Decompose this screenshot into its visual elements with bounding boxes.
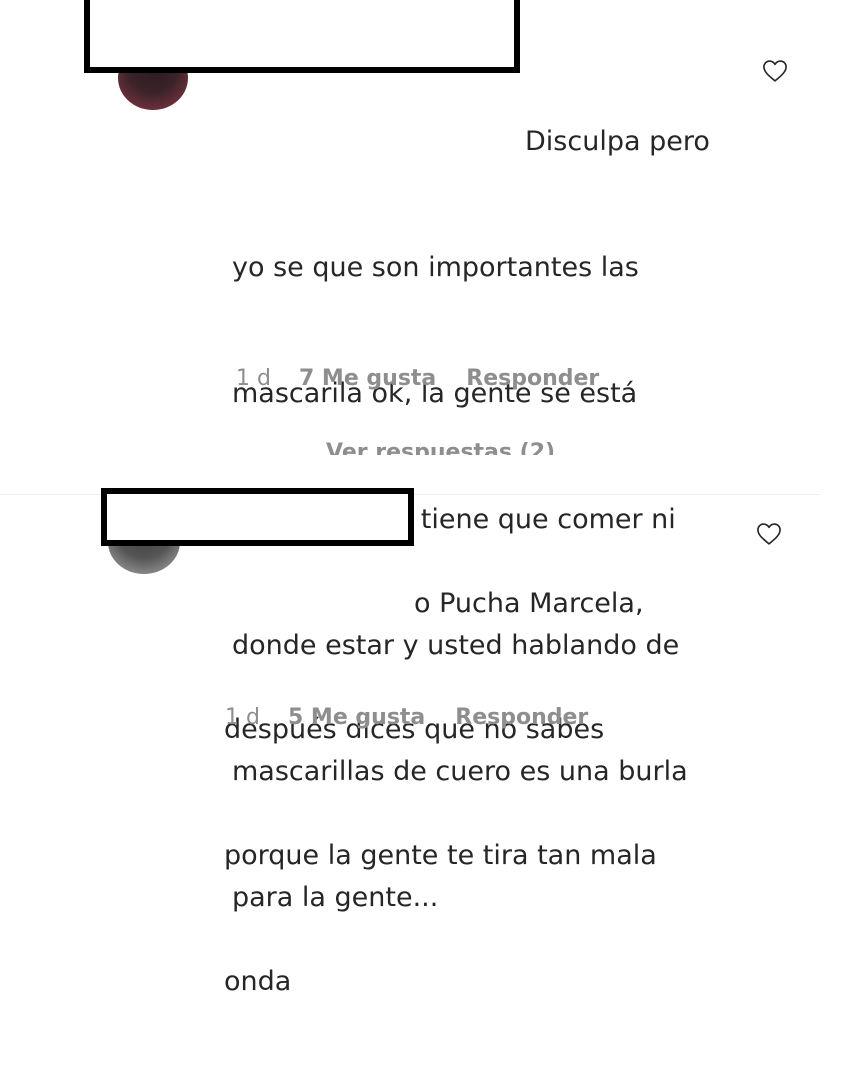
reply-button[interactable]: Responder	[455, 705, 588, 730]
view-replies-button[interactable]: Ver respuestas (2)	[326, 440, 555, 455]
comment-text: o Pucha Marcela, después dices que no sa…	[224, 499, 744, 1087]
comment-text-line: yo se que son importantes las	[232, 252, 639, 283]
comment-meta: 1 d 5 Me gusta Responder	[225, 705, 588, 730]
comment-text-line: Disculpa pero	[525, 126, 710, 157]
comment-text-line: o Pucha Marcela,	[414, 588, 644, 619]
reply-button[interactable]: Responder	[466, 366, 599, 391]
like-count[interactable]: 5 Me gusta	[288, 705, 425, 730]
comment-meta: 1 d 7 Me gusta Responder	[236, 366, 599, 391]
heart-icon[interactable]	[754, 520, 784, 548]
comment-text-line: onda	[224, 966, 292, 997]
comment-time[interactable]: 1 d	[236, 366, 271, 391]
comment-text-line: porque la gente te tira tan mala	[224, 840, 657, 871]
heart-icon[interactable]	[760, 57, 790, 85]
like-count[interactable]: 7 Me gusta	[299, 366, 436, 391]
comment-time[interactable]: 1 d	[225, 705, 260, 730]
username-redaction	[84, 0, 520, 73]
username-redaction	[101, 488, 414, 546]
